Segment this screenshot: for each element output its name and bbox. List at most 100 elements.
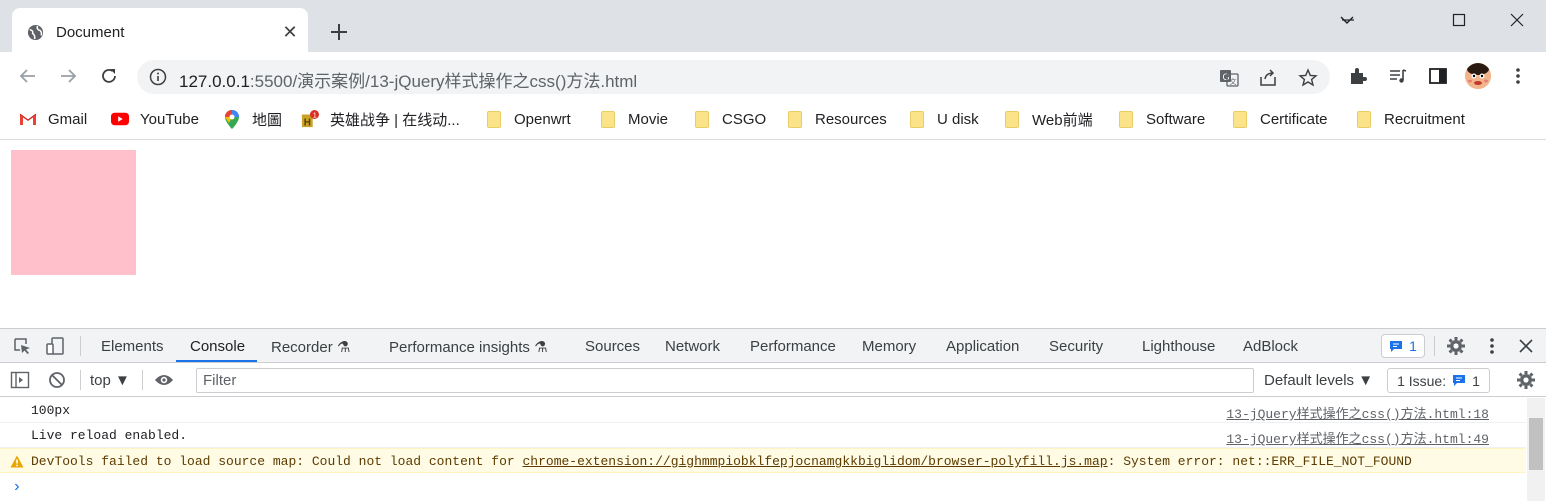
bookmarks-bar: Gmail YouTube 地圖 H1 英雄战争 | 在线动... Openwr… bbox=[0, 100, 1546, 140]
close-icon[interactable] bbox=[1516, 336, 1536, 356]
console-message-text: 100px bbox=[31, 403, 71, 418]
flask-icon: ⚗ bbox=[336, 339, 351, 356]
tab-console[interactable]: Console bbox=[190, 338, 245, 355]
console-prompt[interactable]: › bbox=[12, 478, 22, 496]
levels-value: Default levels bbox=[1264, 372, 1355, 389]
issues-button[interactable]: 1 Issue: 1 bbox=[1387, 368, 1490, 393]
console-source-link[interactable]: 13-jQuery样式操作之css()方法.html:49 bbox=[1226, 428, 1489, 447]
tab-performance[interactable]: Performance bbox=[750, 338, 836, 355]
bookmark-label: Web前端 bbox=[1032, 111, 1093, 129]
new-tab-icon[interactable] bbox=[326, 19, 352, 45]
tab-close-icon[interactable]: ✕ bbox=[280, 22, 300, 42]
divider bbox=[142, 370, 143, 390]
avatar[interactable] bbox=[1465, 63, 1491, 89]
url-text[interactable]: 127.0.0.1:5500/演示案例/13-jQuery样式操作之css()方… bbox=[179, 67, 637, 92]
divider bbox=[80, 336, 81, 356]
bookmark-folder-certificate[interactable]: Certificate bbox=[1231, 108, 1328, 130]
caret-down-icon: ▼ bbox=[115, 372, 130, 389]
eye-icon[interactable] bbox=[154, 370, 174, 390]
tab-document[interactable]: Document ✕ bbox=[12, 8, 308, 52]
tab-network[interactable]: Network bbox=[665, 338, 720, 355]
tab-security[interactable]: Security bbox=[1049, 338, 1103, 355]
warning-icon bbox=[10, 455, 24, 468]
maximize-icon[interactable] bbox=[1444, 8, 1474, 32]
source-map-link[interactable]: chrome-extension://gighmmpiobklfepjocnam… bbox=[522, 454, 1107, 469]
translate-icon[interactable]: G文 bbox=[1218, 67, 1240, 89]
context-select[interactable]: top ▼ bbox=[90, 372, 130, 389]
youtube-icon bbox=[111, 110, 129, 128]
bookmark-label: YouTube bbox=[140, 110, 199, 128]
bookmark-folder-software[interactable]: Software bbox=[1117, 108, 1205, 130]
more-menu-icon[interactable] bbox=[1507, 65, 1529, 87]
browser-toolbar: 127.0.0.1:5500/演示案例/13-jQuery样式操作之css()方… bbox=[0, 52, 1546, 100]
bookmark-folder-openwrt[interactable]: Openwrt bbox=[485, 108, 571, 130]
bookmark-label: CSGO bbox=[722, 110, 767, 128]
sidebar-toggle-icon[interactable] bbox=[10, 370, 30, 390]
close-window-icon[interactable] bbox=[1502, 8, 1532, 32]
console-source-link[interactable]: 13-jQuery样式操作之css()方法.html:18 bbox=[1226, 403, 1489, 422]
side-panel-icon[interactable] bbox=[1427, 65, 1449, 87]
console-settings-gear-icon[interactable] bbox=[1516, 370, 1536, 390]
bookmark-gmail[interactable]: Gmail bbox=[19, 108, 87, 130]
message-icon bbox=[1453, 375, 1466, 386]
bookmark-folder-udisk[interactable]: U disk bbox=[908, 108, 979, 130]
tab-elements[interactable]: Elements bbox=[101, 338, 164, 355]
log-levels-select[interactable]: Default levels ▼ bbox=[1264, 372, 1373, 389]
message-count: 1 bbox=[1409, 338, 1417, 354]
tab-performance-insights[interactable]: Performance insights ⚗ bbox=[389, 338, 548, 356]
tab-application[interactable]: Application bbox=[946, 338, 1019, 355]
maps-icon bbox=[223, 109, 241, 129]
bookmark-folder-web[interactable]: Web前端 bbox=[1003, 108, 1093, 130]
bookmark-label: Certificate bbox=[1260, 110, 1328, 128]
page-viewport bbox=[0, 141, 1546, 328]
active-tab-indicator bbox=[176, 360, 257, 362]
devtools-tab-bar: Elements Console Recorder ⚗ Performance … bbox=[0, 329, 1546, 363]
forward-icon[interactable] bbox=[54, 62, 82, 90]
filter-input[interactable] bbox=[196, 368, 1254, 393]
folder-icon bbox=[1231, 110, 1249, 128]
bookmark-folder-resources[interactable]: Resources bbox=[786, 108, 887, 130]
url-path: :5500/演示案例/13-jQuery样式操作之css()方法.html bbox=[249, 72, 638, 91]
devtools-menu-icon[interactable] bbox=[1482, 336, 1502, 356]
console-warning-text: DevTools failed to load source map: Coul… bbox=[31, 454, 1412, 469]
media-control-icon[interactable] bbox=[1387, 65, 1409, 87]
console-output: 100px 13-jQuery样式操作之css()方法.html:18 Live… bbox=[0, 398, 1526, 501]
folder-icon bbox=[1117, 110, 1135, 128]
tab-adblock[interactable]: AdBlock bbox=[1243, 338, 1298, 355]
gear-icon[interactable] bbox=[1446, 336, 1466, 356]
tab-sources[interactable]: Sources bbox=[585, 338, 640, 355]
bookmark-folder-recruitment[interactable]: Recruitment bbox=[1355, 108, 1465, 130]
reload-icon[interactable] bbox=[95, 62, 123, 90]
clear-console-icon[interactable] bbox=[47, 370, 67, 390]
tab-recorder[interactable]: Recorder ⚗ bbox=[271, 338, 350, 356]
pink-box bbox=[11, 150, 136, 275]
folder-icon bbox=[908, 110, 926, 128]
caret-down-icon: ▼ bbox=[1358, 372, 1374, 389]
tab-lighthouse[interactable]: Lighthouse bbox=[1142, 338, 1215, 355]
address-bar[interactable]: 127.0.0.1:5500/演示案例/13-jQuery样式操作之css()方… bbox=[137, 60, 1330, 94]
bookmark-folder-movie[interactable]: Movie bbox=[599, 108, 668, 130]
chevron-down-icon[interactable] bbox=[1376, 8, 1406, 32]
tab-search-icon[interactable] bbox=[1332, 8, 1362, 32]
back-icon[interactable] bbox=[14, 62, 42, 90]
share-icon[interactable] bbox=[1257, 67, 1279, 89]
bookmark-label: Openwrt bbox=[514, 110, 571, 128]
bookmark-folder-csgo[interactable]: CSGO bbox=[693, 108, 766, 130]
folder-icon bbox=[693, 110, 711, 128]
bookmark-label: Gmail bbox=[48, 110, 88, 128]
console-message-text: Live reload enabled. bbox=[31, 428, 188, 443]
issues-label: 1 Issue: bbox=[1397, 372, 1447, 389]
tab-memory[interactable]: Memory bbox=[862, 338, 916, 355]
extensions-icon[interactable] bbox=[1347, 65, 1369, 87]
bookmark-game[interactable]: H1 英雄战争 | 在线动... bbox=[301, 108, 460, 130]
bookmark-label: Recruitment bbox=[1384, 110, 1465, 128]
console-scrollbar-thumb[interactable] bbox=[1529, 418, 1543, 470]
inspect-element-icon[interactable] bbox=[12, 336, 32, 356]
messages-badge[interactable]: 1 bbox=[1381, 334, 1425, 358]
bookmark-star-icon[interactable] bbox=[1297, 67, 1319, 89]
globe-icon bbox=[27, 24, 44, 41]
bookmark-maps[interactable]: 地圖 bbox=[223, 108, 282, 130]
bookmark-youtube[interactable]: YouTube bbox=[111, 108, 199, 130]
site-info-icon[interactable] bbox=[149, 68, 167, 86]
device-toggle-icon[interactable] bbox=[45, 336, 65, 356]
